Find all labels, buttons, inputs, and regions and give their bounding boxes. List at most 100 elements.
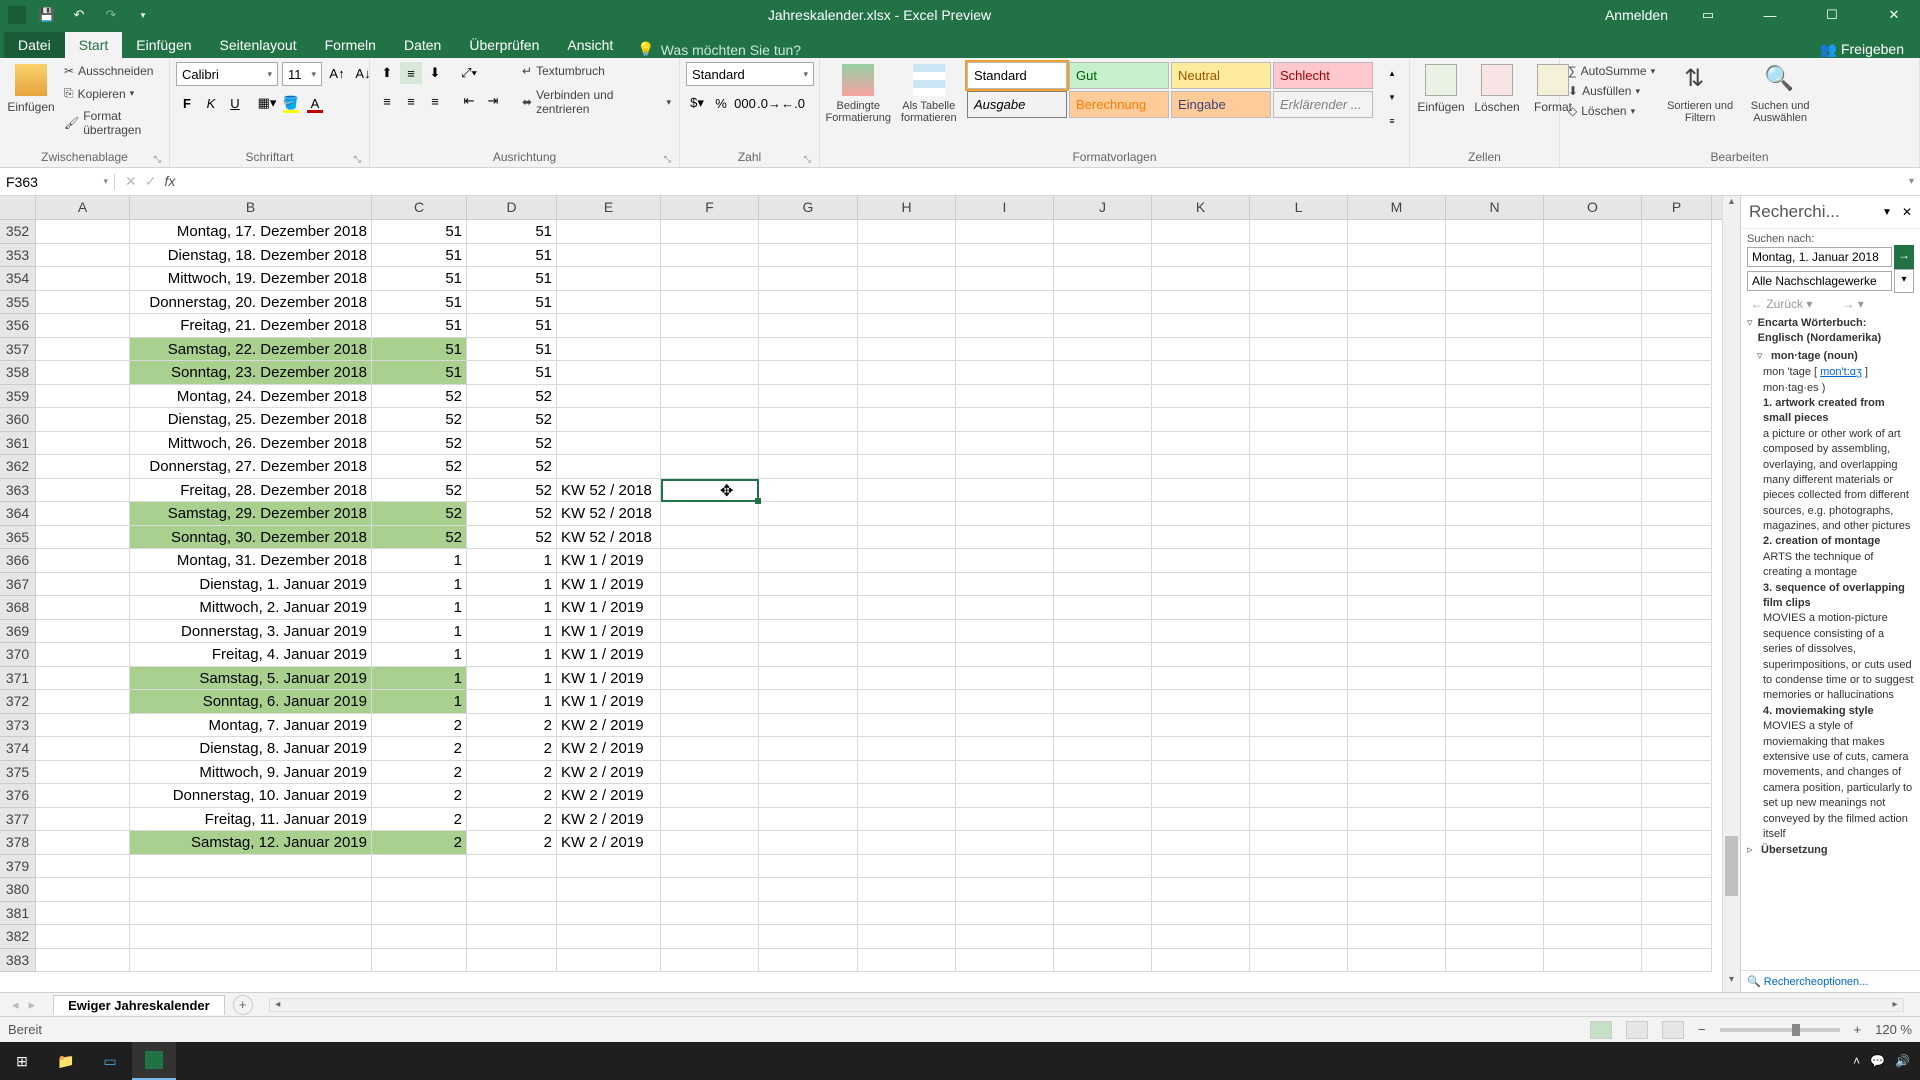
cell[interactable]: 51 [372,267,467,291]
cell[interactable]: KW 1 / 2019 [557,596,661,620]
cell[interactable] [1544,479,1642,503]
cell[interactable]: 1 [467,549,557,573]
cell[interactable] [759,338,858,362]
comma-icon[interactable]: 000 [734,92,756,114]
cell[interactable] [661,432,759,456]
cell[interactable] [1250,220,1348,244]
cell[interactable] [1054,761,1152,785]
row-header[interactable]: 360 [0,408,36,432]
save-icon[interactable]: 💾 [36,4,58,26]
cell[interactable]: KW 2 / 2019 [557,761,661,785]
cell[interactable] [1446,314,1544,338]
cell[interactable] [661,244,759,268]
cell[interactable]: Donnerstag, 27. Dezember 2018 [130,455,372,479]
cell[interactable] [1152,502,1250,526]
cell[interactable]: Freitag, 28. Dezember 2018 [130,479,372,503]
cell[interactable] [1446,690,1544,714]
cell[interactable]: KW 2 / 2019 [557,784,661,808]
cell[interactable]: Montag, 7. Januar 2019 [130,714,372,738]
cell[interactable]: KW 2 / 2019 [557,831,661,855]
cell[interactable] [1054,549,1152,573]
cell[interactable] [661,220,759,244]
style-neutral[interactable]: Neutral [1171,62,1271,89]
cell[interactable] [1152,761,1250,785]
cell[interactable] [1446,455,1544,479]
cell[interactable] [1446,526,1544,550]
cell[interactable] [661,855,759,879]
fill-handle[interactable] [755,498,761,504]
cell[interactable] [1642,267,1712,291]
sheet-nav-first-icon[interactable]: ◂ [12,997,19,1013]
cell[interactable]: Mittwoch, 9. Januar 2019 [130,761,372,785]
task-app[interactable]: ▭ [88,1042,132,1080]
cell[interactable]: 2 [372,737,467,761]
cell[interactable] [1054,690,1152,714]
close-icon[interactable]: ✕ [1872,0,1916,30]
cell[interactable] [661,338,759,362]
cell[interactable]: 1 [467,690,557,714]
format-painter-button[interactable]: 🖌Format übertragen [62,107,163,139]
cell[interactable] [1544,432,1642,456]
cell[interactable] [759,949,858,973]
cell[interactable] [1152,455,1250,479]
cell[interactable]: 52 [372,502,467,526]
cell[interactable] [858,385,956,409]
cell[interactable] [1348,596,1446,620]
cell[interactable] [661,526,759,550]
copy-button[interactable]: ⎘Kopieren ▾ [62,84,163,103]
cell[interactable] [1642,949,1712,973]
cell[interactable]: 51 [372,314,467,338]
cell[interactable] [1446,855,1544,879]
cell[interactable]: KW 52 / 2018 [557,502,661,526]
cell[interactable] [1054,667,1152,691]
cell[interactable] [1544,455,1642,479]
cell[interactable] [1642,244,1712,268]
cell[interactable] [130,902,372,926]
cell[interactable] [1152,267,1250,291]
cell[interactable] [1054,737,1152,761]
cell[interactable] [36,338,130,362]
cell[interactable] [858,573,956,597]
cell[interactable]: KW 52 / 2018 [557,526,661,550]
cell[interactable] [1348,479,1446,503]
cell[interactable] [1544,338,1642,362]
cell[interactable] [36,925,130,949]
column-header-O[interactable]: O [1544,196,1642,219]
cell[interactable] [557,314,661,338]
cell[interactable] [661,408,759,432]
row-header[interactable]: 370 [0,643,36,667]
maximize-icon[interactable]: ☐ [1810,0,1854,30]
cell[interactable] [858,361,956,385]
style-gut[interactable]: Gut [1069,62,1169,89]
cell[interactable] [1446,714,1544,738]
cell[interactable] [661,479,759,503]
cell[interactable] [1642,455,1712,479]
cell[interactable] [956,667,1054,691]
font-color-icon[interactable]: A [304,92,326,114]
italic-icon[interactable]: K [200,92,222,114]
cell[interactable]: Sonntag, 6. Januar 2019 [130,690,372,714]
cell[interactable] [1348,408,1446,432]
align-right-icon[interactable]: ≡ [424,90,446,112]
row-header[interactable]: 354 [0,267,36,291]
column-header-L[interactable]: L [1250,196,1348,219]
number-format-combo[interactable]: Standard▾ [686,62,814,86]
cell[interactable] [1054,878,1152,902]
cell[interactable] [956,784,1054,808]
cell[interactable]: 1 [372,549,467,573]
cell[interactable] [1642,878,1712,902]
row-header[interactable]: 376 [0,784,36,808]
cell[interactable] [858,502,956,526]
cell[interactable]: 2 [467,737,557,761]
start-button[interactable]: ⊞ [0,1042,44,1080]
column-header-B[interactable]: B [130,196,372,219]
normal-view-icon[interactable] [1590,1021,1612,1039]
cell[interactable] [372,855,467,879]
forward-button[interactable]: → ▾ [1842,297,1863,311]
cell[interactable] [1642,408,1712,432]
column-header-C[interactable]: C [372,196,467,219]
cell[interactable] [1642,808,1712,832]
cell[interactable] [1348,808,1446,832]
tab-start[interactable]: Start [65,32,123,58]
cell[interactable] [1642,573,1712,597]
